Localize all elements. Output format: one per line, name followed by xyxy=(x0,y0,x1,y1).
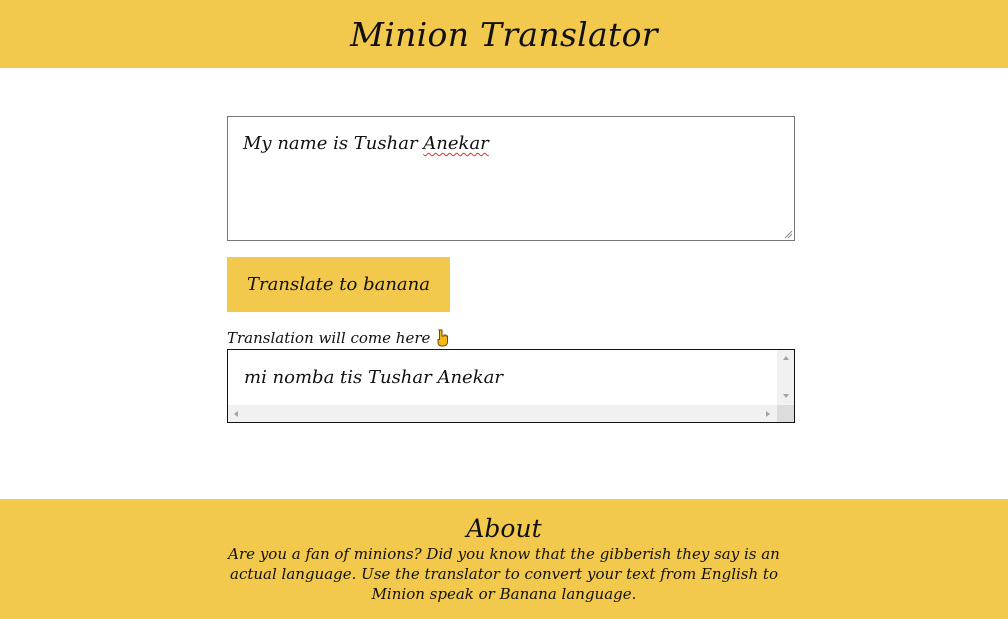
horizontal-scrollbar[interactable] xyxy=(228,405,777,422)
scroll-down-icon[interactable] xyxy=(783,394,789,398)
output-text: mi nomba tis Tushar Anekar xyxy=(244,367,503,388)
pointing-down-hand-icon xyxy=(437,329,449,347)
vertical-scrollbar[interactable] xyxy=(777,350,794,405)
input-textarea[interactable]: My name is Tushar Anekar xyxy=(227,116,795,241)
translate-button[interactable]: Translate to banana xyxy=(227,257,450,312)
app-header: Minion Translator xyxy=(0,0,1008,68)
output-label: Translation will come here xyxy=(227,329,450,347)
input-text: My name is Tushar Anekar xyxy=(243,133,489,154)
scroll-left-icon[interactable] xyxy=(234,411,238,417)
scrollbar-corner xyxy=(777,405,794,422)
resize-grip-icon[interactable] xyxy=(783,229,793,239)
scroll-right-icon[interactable] xyxy=(766,411,770,417)
output-box: mi nomba tis Tushar Anekar xyxy=(227,349,795,423)
about-description: Are you a fan of minions? Did you know t… xyxy=(228,545,780,603)
about-section: About Are you a fan of minions? Did you … xyxy=(0,499,1008,619)
scroll-up-icon[interactable] xyxy=(783,356,789,360)
about-title: About xyxy=(466,514,542,543)
misspelled-word: Anekar xyxy=(423,133,489,154)
output-label-text: Translation will come here xyxy=(227,329,431,347)
page-title: Minion Translator xyxy=(350,14,658,54)
